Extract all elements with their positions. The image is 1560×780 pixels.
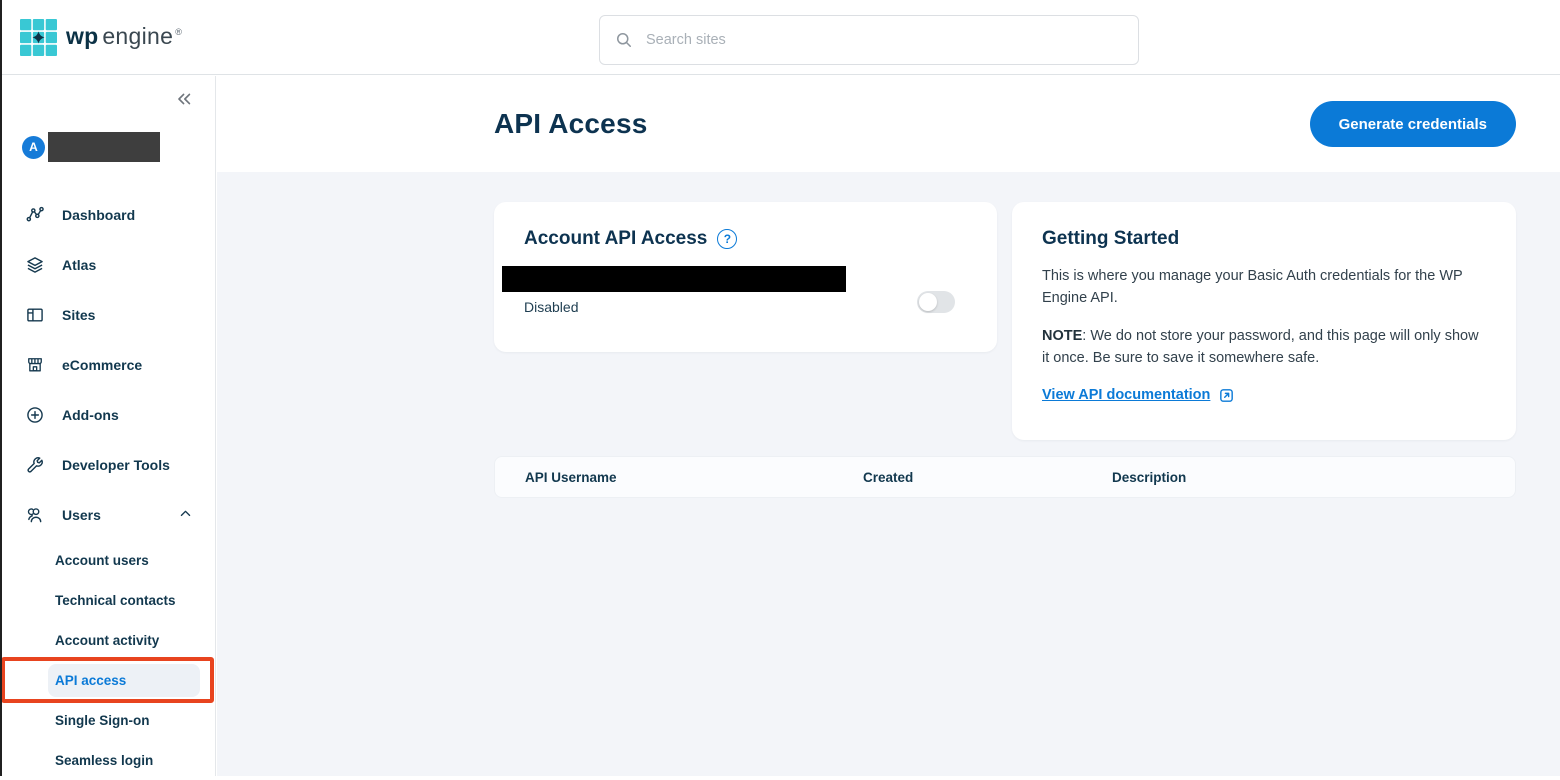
chevrons-left-icon <box>174 89 194 109</box>
external-link-icon <box>1218 387 1235 404</box>
sidebar-subitem-single-sign-on[interactable]: Single Sign-on <box>0 700 215 740</box>
column-created: Created <box>863 470 1112 485</box>
sidebar-subitem-seamless-login[interactable]: Seamless login <box>0 740 215 780</box>
getting-started-card: Getting Started This is where you manage… <box>1012 202 1516 440</box>
getting-started-title: Getting Started <box>1042 228 1486 250</box>
wp-engine-app: wp engine ® A <box>0 0 1560 776</box>
main-content: API Access Generate credentials Account … <box>217 76 1560 776</box>
top-header: wp engine ® <box>0 0 1560 75</box>
api-access-toggle[interactable] <box>917 291 955 313</box>
account-api-access-card: Account API Access ? Disabled <box>494 202 997 352</box>
column-description: Description <box>1112 470 1515 485</box>
wrench-icon <box>25 455 45 475</box>
account-switcher[interactable]: A <box>22 132 160 162</box>
note-body: : We do not store your password, and thi… <box>1042 328 1479 366</box>
view-api-documentation-link[interactable]: View API documentation <box>1042 387 1235 404</box>
sidebar-subitem-technical-contacts[interactable]: Technical contacts <box>0 580 215 620</box>
redacted-account-name <box>48 132 160 162</box>
search-input[interactable] <box>644 31 1124 49</box>
api-status-label: Disabled <box>524 299 967 315</box>
getting-started-note: NOTE: We do not store your password, and… <box>1042 325 1486 370</box>
search-icon <box>614 30 634 50</box>
window-icon <box>25 305 45 325</box>
users-icon <box>25 505 45 525</box>
sidebar-item-label: Users <box>62 507 101 523</box>
sidebar-item-label: Developer Tools <box>62 457 170 473</box>
sidebar-item-label: Add-ons <box>62 407 119 423</box>
dashboard-icon <box>25 205 45 225</box>
help-icon[interactable]: ? <box>717 229 737 249</box>
redacted-account-value <box>502 266 846 292</box>
users-subnav: Account users Technical contacts Account… <box>0 540 215 780</box>
avatar: A <box>22 136 45 159</box>
account-api-access-title: Account API Access <box>524 228 707 250</box>
credentials-table-header: API Username Created Description <box>494 456 1516 498</box>
sidebar-subitem-account-users[interactable]: Account users <box>0 540 215 580</box>
getting-started-body: This is where you manage your Basic Auth… <box>1042 265 1486 310</box>
toggle-knob <box>919 293 937 311</box>
chevron-up-icon <box>178 506 193 524</box>
sidebar-item-label: Sites <box>62 307 95 323</box>
site-search[interactable] <box>599 15 1139 65</box>
page-title: API Access <box>494 108 648 140</box>
sidebar-item-atlas[interactable]: Atlas <box>0 240 215 290</box>
sidebar-item-sites[interactable]: Sites <box>0 290 215 340</box>
sidebar: A Dashboard Atlas Sites <box>0 76 216 776</box>
logo-registered-mark: ® <box>175 27 182 37</box>
sidebar-item-label: Dashboard <box>62 207 135 223</box>
wp-engine-logo-text: wp engine ® <box>66 23 182 50</box>
window-edge <box>0 0 2 776</box>
sidebar-item-label: eCommerce <box>62 357 142 373</box>
page-header: API Access Generate credentials <box>217 76 1560 172</box>
plus-circle-icon <box>25 405 45 425</box>
doc-link-label: View API documentation <box>1042 387 1210 403</box>
sidebar-subitem-account-activity[interactable]: Account activity <box>0 620 215 660</box>
sidebar-subitem-api-access[interactable]: API access <box>0 660 215 700</box>
sidebar-item-add-ons[interactable]: Add-ons <box>0 390 215 440</box>
wp-engine-logo-icon <box>20 19 57 56</box>
wp-engine-logo[interactable]: wp engine ® <box>20 19 182 56</box>
generate-credentials-button[interactable]: Generate credentials <box>1310 101 1516 147</box>
column-api-username: API Username <box>525 470 863 485</box>
sidebar-item-label: Atlas <box>62 257 96 273</box>
storefront-icon <box>25 355 45 375</box>
logo-wp: wp <box>66 23 98 50</box>
note-label: NOTE <box>1042 328 1082 344</box>
content-area: Account API Access ? Disabled Getting St… <box>217 172 1560 498</box>
layers-icon <box>25 255 45 275</box>
sidebar-nav: Dashboard Atlas Sites <box>0 190 215 540</box>
logo-engine: engine <box>102 23 173 50</box>
sidebar-collapse-button[interactable] <box>171 88 197 112</box>
sidebar-item-ecommerce[interactable]: eCommerce <box>0 340 215 390</box>
sidebar-item-users[interactable]: Users <box>0 490 215 540</box>
sidebar-item-developer-tools[interactable]: Developer Tools <box>0 440 215 490</box>
sidebar-item-dashboard[interactable]: Dashboard <box>0 190 215 240</box>
